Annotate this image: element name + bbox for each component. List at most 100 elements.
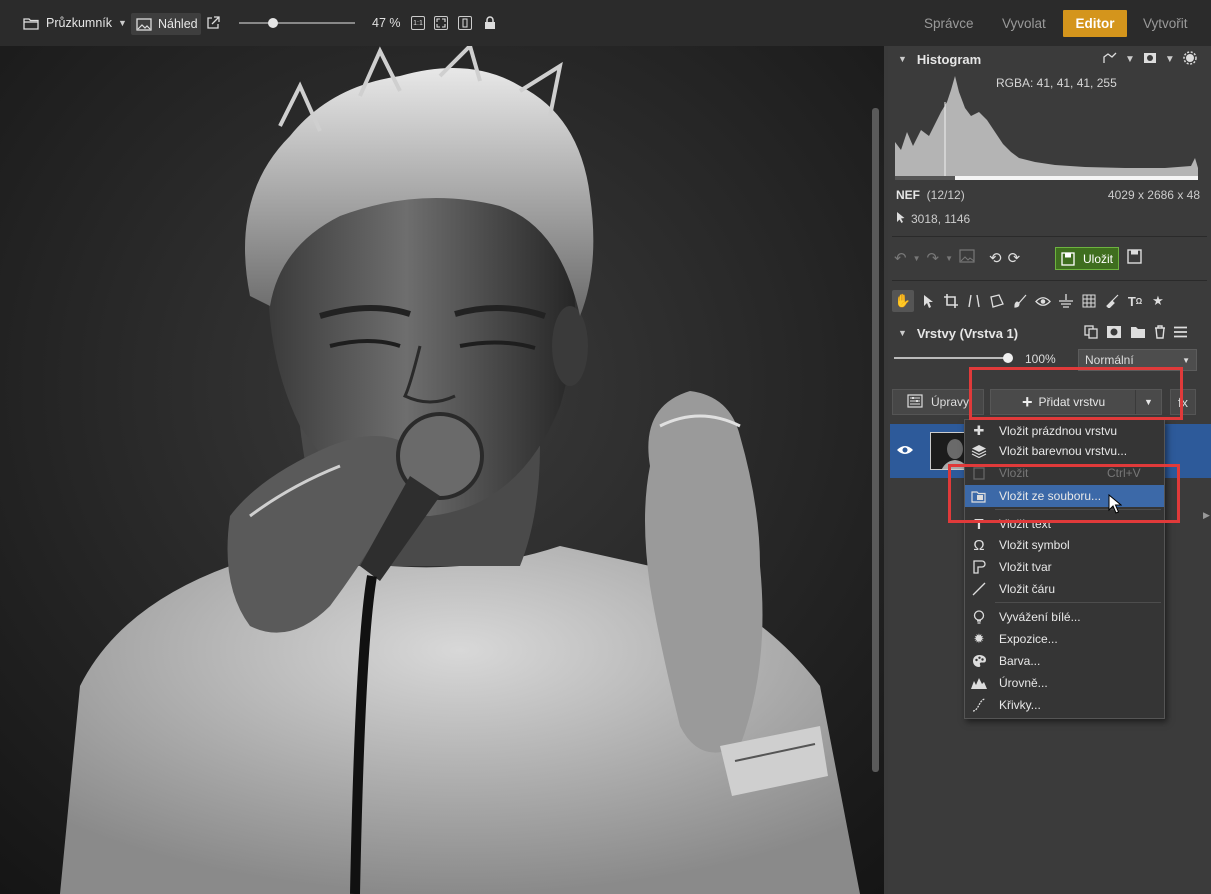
- preview-toggle[interactable]: Náhled: [131, 13, 201, 35]
- explorer-label: Průzkumník: [46, 16, 112, 30]
- histogram-clip-dropdown-icon[interactable]: ▼: [1125, 54, 1135, 65]
- perspective-tool-icon[interactable]: [965, 290, 983, 312]
- photo-canvas[interactable]: [0, 46, 884, 894]
- image-dimensions: 4029 x 2686 x 48: [1107, 188, 1200, 202]
- histogram-mask-icon[interactable]: [1143, 52, 1157, 67]
- histogram-mask-dropdown-icon[interactable]: ▼: [1165, 54, 1175, 65]
- layers-section-header[interactable]: ▼ Vrstvy (Vrstva 1): [898, 324, 1018, 342]
- effects-sparkle-icon[interactable]: ★: [1149, 290, 1167, 312]
- clone-tool-icon[interactable]: [1103, 290, 1121, 312]
- nav-editor-tab[interactable]: Editor: [1063, 10, 1127, 37]
- rgba-readout: RGBA: 41, 41, 41, 255: [996, 76, 1117, 90]
- menu-item-insert-color-layer[interactable]: Vložit barevnou vrstvu...: [965, 440, 1164, 462]
- opacity-slider[interactable]: [894, 357, 1010, 359]
- canvas-vertical-scrollbar[interactable]: [872, 108, 879, 772]
- menu-item-label: Vložit prázdnou vrstvu: [999, 424, 1118, 438]
- opacity-slider-handle[interactable]: [1003, 353, 1013, 363]
- folder-icon: [22, 16, 40, 30]
- annotation-highlight-insert-from-file: [948, 464, 1180, 523]
- hand-tool-icon[interactable]: ✋: [892, 290, 914, 312]
- fit-screen-icon[interactable]: [434, 16, 448, 30]
- file-info-line: NEF (12/12) 4029 x 2686 x 48: [896, 188, 1200, 202]
- opacity-value: 100%: [1025, 352, 1056, 366]
- redo-icon[interactable]: ↷: [927, 249, 940, 267]
- undo-icon[interactable]: ↶: [894, 249, 907, 267]
- save-button[interactable]: Uložit: [1055, 247, 1119, 270]
- annotation-highlight-add-layer: [969, 367, 1183, 420]
- save-label: Uložit: [1083, 251, 1114, 266]
- sun-icon: ✹: [973, 631, 985, 646]
- layer-mask-icon[interactable]: [1106, 325, 1122, 342]
- menu-item-curves[interactable]: Křivky...: [965, 694, 1164, 716]
- lock-icon[interactable]: [484, 0, 496, 46]
- fit-height-icon[interactable]: [458, 16, 472, 30]
- top-toolbar: Průzkumník ▼ Náhled 47 % 1:1 Správce Vyv…: [0, 0, 1211, 46]
- sliders-icon: [907, 393, 923, 411]
- menu-item-label: Křivky...: [999, 698, 1041, 712]
- redeye-tool-icon[interactable]: [1034, 290, 1052, 312]
- rotate-left-icon[interactable]: ⟲: [989, 249, 1002, 267]
- rotate-right-icon[interactable]: ⟳: [1008, 249, 1021, 267]
- layers-menu-hamburger-icon[interactable]: [1174, 326, 1187, 341]
- layer-folder-icon[interactable]: [1130, 325, 1146, 342]
- text-tool-icon[interactable]: TΩ: [1126, 290, 1144, 312]
- levels-icon: [965, 677, 993, 689]
- history-image-icon[interactable]: [959, 249, 975, 267]
- menu-item-label: Vložit čáru: [999, 582, 1056, 596]
- histogram-clip-icon[interactable]: [1103, 52, 1117, 67]
- crop-tool-icon[interactable]: [942, 290, 960, 312]
- menu-item-color[interactable]: Barva...: [965, 650, 1164, 672]
- menu-item-levels[interactable]: Úrovně...: [965, 672, 1164, 694]
- omega-icon: Ω: [973, 536, 985, 554]
- panel-expand-arrow-icon[interactable]: ▶: [1203, 510, 1210, 521]
- menu-item-insert-symbol[interactable]: Ω Vložit symbol: [965, 534, 1164, 556]
- duplicate-layer-icon[interactable]: [1084, 324, 1098, 342]
- zoom-value: 47 %: [372, 16, 401, 30]
- menu-item-white-balance[interactable]: Vyvážení bílé...: [965, 606, 1164, 628]
- select-arrow-tool-icon[interactable]: [919, 290, 937, 312]
- menu-item-insert-empty-layer[interactable]: ✚ Vložit prázdnou vrstvu: [965, 420, 1164, 442]
- menu-item-label: Úrovně...: [999, 676, 1048, 690]
- divider: [892, 236, 1207, 237]
- menu-separator: [995, 602, 1161, 603]
- popout-icon[interactable]: [206, 0, 220, 46]
- curves-icon: [965, 698, 993, 712]
- mouse-pointer-icon: [1108, 493, 1123, 517]
- brush-tool-icon[interactable]: [1011, 290, 1029, 312]
- collapse-triangle-icon: ▼: [898, 54, 907, 64]
- shape-select-tool-icon[interactable]: [988, 290, 1006, 312]
- histogram-section-header[interactable]: ▼ Histogram: [898, 50, 981, 68]
- blend-mode-value: Normální: [1085, 353, 1134, 367]
- redo-dropdown-icon[interactable]: ▼: [945, 254, 953, 263]
- menu-item-insert-line[interactable]: Vložit čáru: [965, 578, 1164, 600]
- explorer-button[interactable]: Průzkumník: [22, 0, 112, 46]
- zoom-slider-handle[interactable]: [268, 18, 278, 28]
- straighten-tool-icon[interactable]: [1057, 290, 1075, 312]
- menu-item-label: Expozice...: [999, 632, 1058, 646]
- histogram-title: Histogram: [916, 51, 982, 67]
- nav-manager-tab[interactable]: Správce: [924, 0, 974, 46]
- nav-develop-tab[interactable]: Vyvolat: [1002, 0, 1046, 46]
- menu-item-exposure[interactable]: ✹ Expozice...: [965, 628, 1164, 650]
- menu-item-label: Vložit barevnou vrstvu...: [999, 444, 1128, 458]
- layer-visibility-eye-icon[interactable]: [896, 444, 914, 456]
- save-as-disk-icon[interactable]: [1127, 249, 1143, 265]
- nav-create-tab[interactable]: Vytvořit: [1143, 0, 1188, 46]
- zoom-1to1-button[interactable]: 1:1: [411, 16, 425, 30]
- divider: [892, 280, 1207, 281]
- undo-dropdown-icon[interactable]: ▼: [913, 254, 921, 263]
- layers-title: Vrstvy (Vrstva 1): [916, 325, 1019, 341]
- collapse-triangle-icon: ▼: [898, 328, 907, 338]
- file-index: (12/12): [926, 188, 965, 202]
- histogram-settings-gear-icon[interactable]: [1183, 50, 1197, 68]
- explorer-dropdown-arrow-icon[interactable]: ▼: [118, 0, 127, 46]
- delete-layer-trash-icon[interactable]: [1154, 324, 1166, 342]
- cursor-coordinates-value: 3018, 1146: [911, 212, 971, 226]
- zoom-slider[interactable]: [239, 22, 355, 24]
- photo-singer-with-microphone: [0, 46, 884, 894]
- color-layer-icon: [965, 444, 993, 458]
- adjustments-label: Úpravy: [931, 395, 970, 409]
- grid-tool-icon[interactable]: [1080, 290, 1098, 312]
- palette-icon: [965, 654, 993, 668]
- menu-item-insert-shape[interactable]: Vložit tvar: [965, 556, 1164, 578]
